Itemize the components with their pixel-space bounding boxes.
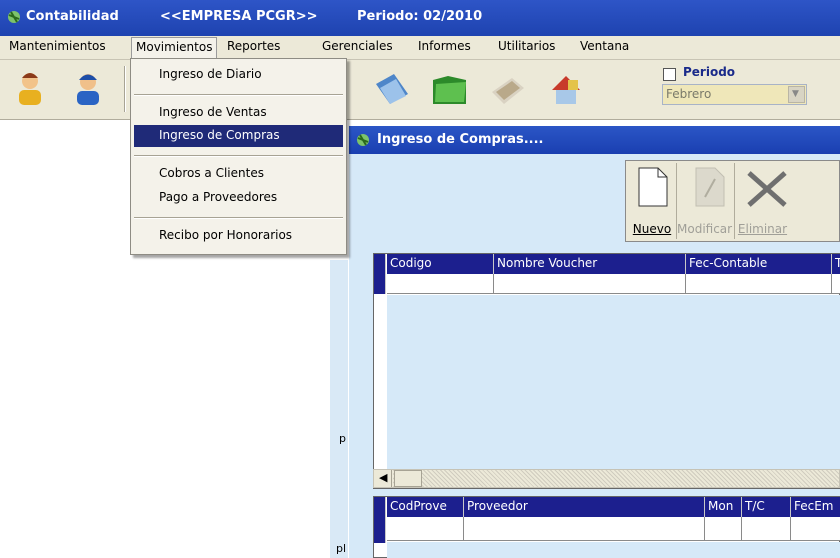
menu-item-cobros-clientes[interactable]: Cobros a Clientes (134, 163, 343, 185)
menu-bar: Mantenimientos Movimientos Reportes Gere… (0, 36, 840, 60)
modificar-label: Modificar (677, 222, 733, 236)
menu-item-ingreso-compras[interactable]: Ingreso de Compras (134, 125, 343, 147)
user-icon[interactable] (10, 68, 50, 108)
menu-informes[interactable]: Informes (414, 39, 475, 53)
scroll-thumb[interactable] (394, 470, 422, 487)
books-icon[interactable] (372, 70, 412, 110)
background-text: pl (336, 542, 347, 555)
menu-mantenimientos[interactable]: Mantenimientos (5, 39, 110, 53)
app-title: Contabilidad (26, 9, 119, 24)
table-cell[interactable] (387, 274, 494, 294)
chevron-down-icon[interactable]: ▼ (788, 86, 805, 103)
folder-icon[interactable] (430, 70, 470, 110)
table-cell[interactable] (387, 517, 464, 541)
scroll-track[interactable] (393, 470, 839, 487)
column-header-proveedor[interactable]: Proveedor (464, 497, 705, 517)
table-cell[interactable] (742, 517, 791, 541)
modificar-button[interactable]: Modificar (676, 163, 732, 239)
table-cell[interactable] (494, 274, 686, 294)
period-title: Periodo: 02/2010 (357, 9, 483, 24)
grid-empty-area (387, 295, 840, 470)
menu-reportes[interactable]: Reportes (223, 39, 284, 53)
menu-item-recibo-honorarios[interactable]: Recibo por Honorarios (134, 225, 343, 247)
table-cell[interactable] (686, 274, 832, 294)
company-name: <<EMPRESA PCGR>> (160, 9, 318, 24)
app-title-bar: Contabilidad <<EMPRESA PCGR>> Periodo: 0… (0, 0, 840, 36)
money-icon[interactable] (488, 70, 528, 110)
delete-x-icon (747, 171, 787, 207)
movimientos-dropdown: Ingreso de Diario Ingreso de Ventas Ingr… (130, 58, 347, 255)
column-header-fec-contable[interactable]: Fec-Contable (686, 254, 832, 274)
window-title: Ingreso de Compras.... (377, 132, 544, 147)
eliminar-label: Eliminar (737, 222, 788, 236)
provider-grid: CodProve Proveedor Mon T/C FecEm (373, 496, 840, 558)
background-text: p (339, 432, 346, 445)
periodo-select[interactable]: Febrero ▼ (662, 84, 807, 105)
column-header-tc[interactable]: T/C (742, 497, 791, 517)
menu-ventana[interactable]: Ventana (576, 39, 633, 53)
periodo-checkbox[interactable] (663, 68, 676, 81)
scroll-left-icon[interactable]: ◀ (374, 470, 392, 487)
new-document-icon (638, 167, 668, 207)
menu-item-pago-proveedores[interactable]: Pago a Proveedores (134, 187, 343, 209)
window-title-bar: Ingreso de Compras.... (349, 126, 840, 154)
toolbar: Periodo Febrero ▼ (0, 60, 840, 120)
eliminar-button[interactable]: Eliminar (734, 163, 790, 239)
menu-gerenciales[interactable]: Gerenciales (318, 39, 397, 53)
column-header-nombre-voucher[interactable]: Nombre Voucher (494, 254, 686, 274)
background-window-edge (330, 260, 348, 558)
menu-separator (134, 155, 343, 157)
table-cell[interactable] (705, 517, 742, 541)
app-icon (357, 134, 369, 146)
horizontal-scrollbar[interactable]: ◀ (373, 469, 840, 488)
periodo-select-value: Febrero (666, 87, 712, 101)
table-cell[interactable] (464, 517, 705, 541)
menu-separator (134, 94, 343, 96)
table-cell[interactable] (791, 517, 840, 541)
row-indicator (374, 497, 386, 543)
column-header-fecem[interactable]: FecEm (791, 497, 840, 517)
worker-icon[interactable] (68, 68, 108, 108)
column-header-codprove[interactable]: CodProve (387, 497, 464, 517)
voucher-grid: Codigo Nombre Voucher Fec-Contable T (373, 253, 840, 489)
menu-item-ingreso-ventas[interactable]: Ingreso de Ventas (134, 102, 343, 124)
row-indicator (374, 254, 386, 294)
column-header-t[interactable]: T (832, 254, 840, 274)
house-icon[interactable] (546, 70, 586, 110)
column-header-codigo[interactable]: Codigo (387, 254, 494, 274)
column-header-mon[interactable]: Mon (705, 497, 742, 517)
table-cell[interactable] (832, 274, 840, 294)
action-buttons: Nuevo Modificar Eliminar (625, 160, 840, 242)
menu-movimientos[interactable]: Movimientos (131, 37, 218, 59)
app-icon (8, 11, 20, 23)
menu-item-ingreso-diario[interactable]: Ingreso de Diario (134, 64, 343, 86)
nuevo-button[interactable]: Nuevo (630, 163, 674, 239)
periodo-label: Periodo (683, 65, 736, 79)
toolbar-separator (124, 66, 126, 112)
menu-utilitarios[interactable]: Utilitarios (494, 39, 559, 53)
edit-icon (695, 167, 725, 207)
menu-separator (134, 217, 343, 219)
nuevo-label: Nuevo (632, 222, 672, 236)
grid-empty-area (387, 542, 840, 558)
